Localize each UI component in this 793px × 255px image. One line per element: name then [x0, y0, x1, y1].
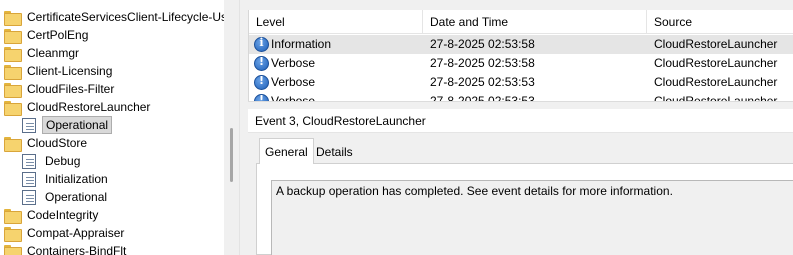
event-level: Verbose	[271, 56, 316, 70]
event-level: Verbose	[271, 94, 316, 101]
event-log-icon	[22, 171, 36, 187]
log-tree[interactable]: CertificateServicesClient-Lifecycle-Us C…	[0, 0, 224, 255]
tree-item-certificateservicesclient[interactable]: CertificateServicesClient-Lifecycle-Us	[4, 8, 224, 26]
event-message: A backup operation has completed. See ev…	[276, 184, 673, 198]
tree-item-cloudrestorelauncher[interactable]: CloudRestoreLauncher	[4, 98, 153, 116]
tree-item-label: Operational	[42, 116, 113, 134]
folder-icon	[4, 64, 22, 80]
tree-item-label: Cleanmgr	[27, 46, 80, 60]
tree-item-cleanmgr[interactable]: Cleanmgr	[4, 44, 82, 62]
folder-icon	[4, 46, 22, 62]
folder-icon	[4, 82, 22, 98]
event-detail-pane: Event 3, CloudRestoreLauncher General De…	[248, 109, 793, 255]
event-detail-title: Event 3, CloudRestoreLauncher	[248, 109, 793, 133]
tree-item-label: CloudRestoreLauncher	[27, 100, 151, 114]
detail-splitter[interactable]	[248, 101, 793, 109]
tree-scrollbar-thumb[interactable]	[230, 128, 233, 182]
tab-general[interactable]: General	[259, 138, 314, 164]
event-source: CloudRestoreLauncher	[654, 37, 778, 51]
folder-icon	[4, 244, 22, 255]
event-datetime: 27-8-2025 02:53:58	[430, 37, 535, 51]
tree-item-containers-bindflt[interactable]: Containers-BindFlt	[4, 242, 129, 255]
event-row[interactable]: Verbose 27-8-2025 02:53:53 CloudRestoreL…	[249, 73, 793, 92]
tree-item-certpoleng[interactable]: CertPolEng	[4, 26, 91, 44]
tree-item-label: Initialization	[45, 172, 108, 186]
folder-icon	[4, 100, 22, 116]
pane-splitter[interactable]	[239, 0, 248, 255]
tree-item-cloudfiles-filter[interactable]: CloudFiles-Filter	[4, 80, 117, 98]
tree-item-label: Compat-Appraiser	[27, 226, 125, 240]
folder-icon	[4, 136, 22, 152]
event-log-icon	[22, 117, 36, 133]
event-log-icon	[22, 189, 36, 205]
tree-item-label: Client-Licensing	[27, 64, 113, 78]
event-datetime: 27-8-2025 02:53:58	[430, 56, 535, 70]
folder-icon	[4, 208, 22, 224]
tree-item-operational[interactable]: Operational	[22, 188, 110, 206]
event-source: CloudRestoreLauncher	[654, 56, 778, 70]
detail-tabs: General Details A backup operation has c…	[248, 133, 793, 255]
tree-item-codeintegrity[interactable]: CodeIntegrity	[4, 206, 101, 224]
tree-scrollbar[interactable]	[224, 0, 239, 255]
tree-item-label: CloudStore	[27, 136, 88, 150]
events-list-header: Level Date and Time Source	[249, 10, 793, 34]
folder-icon	[4, 28, 22, 44]
tree-item-compat-appraiser[interactable]: Compat-Appraiser	[4, 224, 127, 242]
tree-item-initialization[interactable]: Initialization	[22, 170, 111, 188]
event-datetime: 27-8-2025 02:53:53	[430, 75, 535, 89]
column-header-date-time[interactable]: Date and Time	[423, 10, 647, 34]
tab-details[interactable]: Details	[311, 141, 358, 163]
general-tab-body: A backup operation has completed. See ev…	[256, 163, 793, 255]
event-message-box[interactable]: A backup operation has completed. See ev…	[271, 180, 793, 255]
event-log-icon	[22, 153, 36, 169]
event-level: Verbose	[271, 75, 316, 89]
tree-item-operational-selected[interactable]: Operational	[22, 116, 113, 134]
event-row[interactable]: Information 27-8-2025 02:53:58 CloudRest…	[249, 35, 793, 54]
tree-item-label: CertificateServicesClient-Lifecycle-Us	[27, 10, 224, 24]
event-datetime: 27-8-2025 02:53:53	[430, 94, 535, 101]
tree-item-debug[interactable]: Debug	[22, 152, 83, 170]
tree-item-label: Containers-BindFlt	[27, 244, 127, 255]
tree-item-label: Operational	[45, 190, 108, 204]
event-row[interactable]: Verbose 27-8-2025 02:53:53 CloudRestoreL…	[249, 92, 793, 101]
folder-icon	[4, 10, 22, 26]
event-row[interactable]: Verbose 27-8-2025 02:53:58 CloudRestoreL…	[249, 54, 793, 73]
folder-icon	[4, 226, 22, 242]
column-header-level[interactable]: Level	[249, 10, 423, 34]
tree-item-label: CloudFiles-Filter	[27, 82, 115, 96]
tree-item-label: CodeIntegrity	[27, 208, 99, 222]
event-source: CloudRestoreLauncher	[654, 75, 778, 89]
event-source: CloudRestoreLauncher	[654, 94, 778, 101]
tree-item-label: CertPolEng	[27, 28, 89, 42]
tree-item-cloudstore[interactable]: CloudStore	[4, 134, 90, 152]
verbose-icon	[254, 93, 269, 101]
information-icon	[254, 36, 269, 52]
column-header-source[interactable]: Source	[647, 10, 793, 34]
verbose-icon	[254, 74, 269, 90]
verbose-icon	[254, 55, 269, 71]
tree-item-client-licensing[interactable]: Client-Licensing	[4, 62, 115, 80]
events-list[interactable]: Level Date and Time Source Information 2…	[248, 10, 793, 101]
tree-item-label: Debug	[45, 154, 81, 168]
event-level: Information	[271, 37, 332, 51]
